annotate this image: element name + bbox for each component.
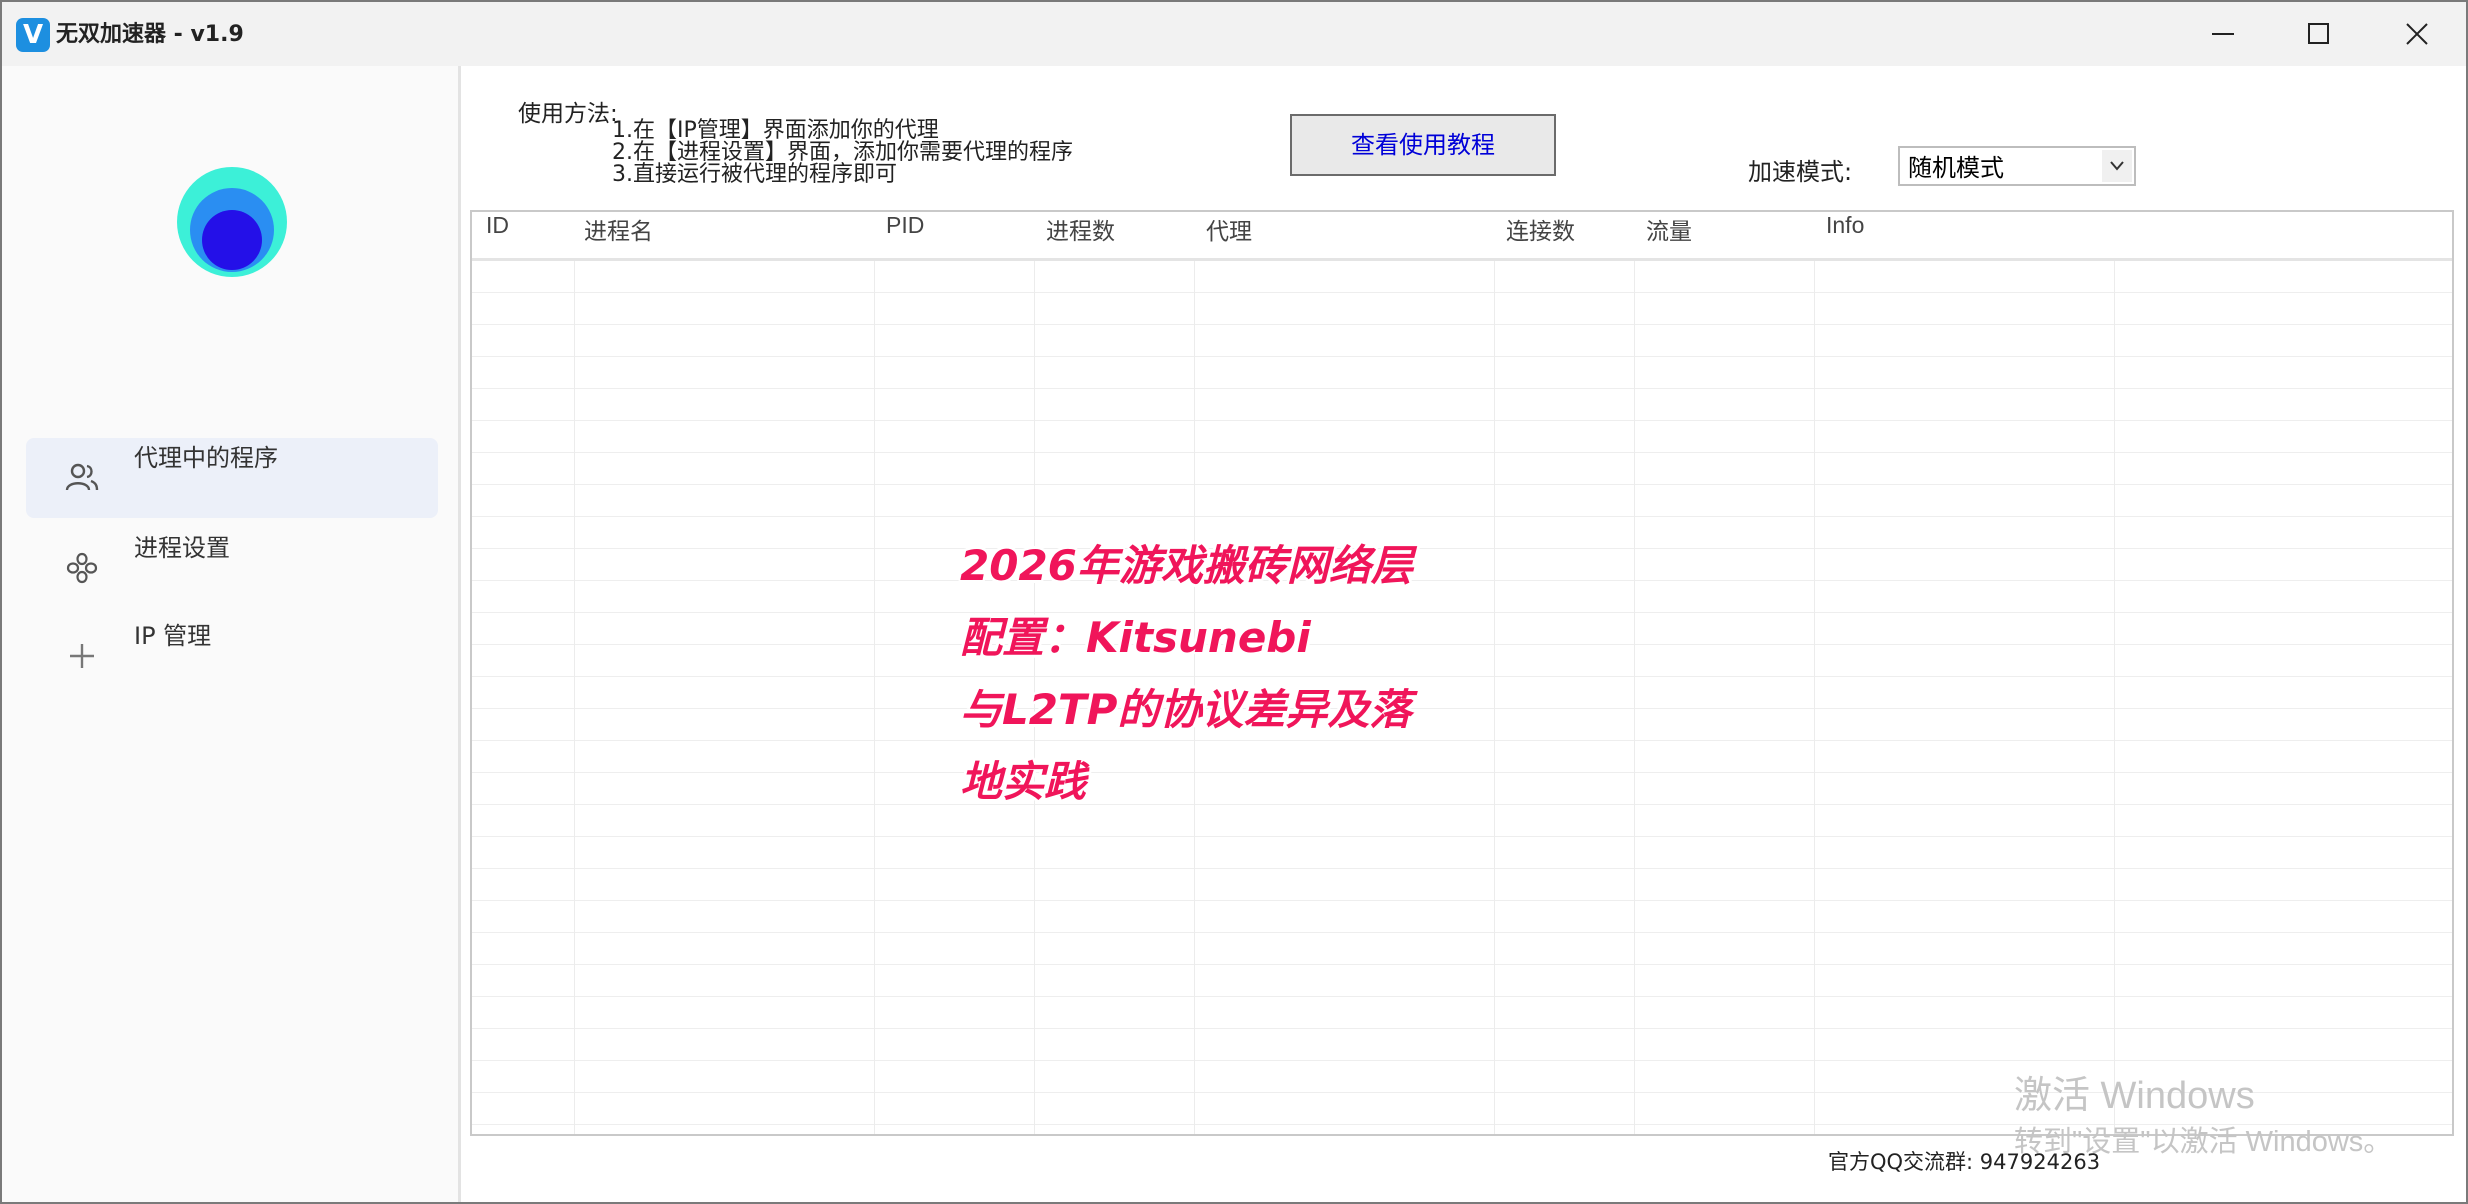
chevron-down-icon <box>2110 161 2124 171</box>
column-divider <box>574 261 575 1134</box>
plus-icon <box>70 644 94 668</box>
usage-steps: 1.在【IP管理】界面添加你的代理 2.在【进程设置】界面，添加你需要代理的程序… <box>612 120 1073 186</box>
sidebar: 代理中的程序 进程设置 IP 管理 <box>2 66 461 1202</box>
column-header-connections[interactable]: 连接数 <box>1506 212 1575 246</box>
column-header-proxy[interactable]: 代理 <box>1206 212 1252 246</box>
acceleration-mode-value: 随机模式 <box>1908 154 2004 182</box>
column-header-process-count[interactable]: 进程数 <box>1046 212 1115 246</box>
column-divider <box>2114 261 2115 1134</box>
sidebar-item-process-settings[interactable]: 进程设置 <box>26 528 438 608</box>
sidebar-item-label: 代理中的程序 <box>134 444 278 472</box>
maximize-button[interactable] <box>2274 10 2364 58</box>
overlay-line: 配置：Kitsunebi <box>960 613 1311 662</box>
minimize-button[interactable] <box>2178 10 2268 58</box>
overlay-watermark-text: 2026年游戏搬砖网络层 配置：Kitsunebi 与L2TP的协议差异及落 地… <box>960 532 1520 820</box>
column-header-id[interactable]: ID <box>486 212 509 239</box>
column-divider <box>1814 261 1815 1134</box>
column-header-pid[interactable]: PID <box>886 212 924 239</box>
column-divider <box>874 261 875 1134</box>
usage-step: 3.直接运行被代理的程序即可 <box>612 162 897 187</box>
minimize-icon <box>2212 33 2234 35</box>
usage-title: 使用方法: <box>518 101 618 127</box>
app-window: V 无双加速器 - v1.9 代理中的程序 进程设置 IP 管理 使用方法: 1… <box>0 0 2468 1204</box>
sidebar-item-label: IP 管理 <box>134 622 212 650</box>
sidebar-item-proxied-programs[interactable]: 代理中的程序 <box>26 438 438 518</box>
window-title: 无双加速器 - v1.9 <box>56 22 244 47</box>
column-divider <box>1634 261 1635 1134</box>
view-tutorial-button[interactable]: 查看使用教程 <box>1290 114 1556 176</box>
close-icon <box>2406 23 2428 45</box>
app-logo-icon: V <box>16 18 50 52</box>
overlay-line: 2026年游戏搬砖网络层 <box>960 541 1413 590</box>
process-settings-icon <box>66 552 98 584</box>
activate-windows-title: 激活 Windows <box>2014 1075 2255 1117</box>
maximize-icon <box>2308 23 2329 44</box>
usage-step: 1.在【IP管理】界面添加你的代理 <box>612 118 939 143</box>
users-icon <box>65 463 99 491</box>
qq-group-info: 官方QQ交流群: 947924263 <box>1828 1150 2101 1174</box>
overlay-line: 与L2TP的协议差异及落 <box>960 685 1412 734</box>
title-bar[interactable]: V 无双加速器 - v1.9 <box>2 2 2466 66</box>
sidebar-item-label: 进程设置 <box>134 534 230 562</box>
brand-logo-icon <box>177 167 287 277</box>
column-header-process-name[interactable]: 进程名 <box>584 212 653 246</box>
close-button[interactable] <box>2372 10 2462 58</box>
table-header: ID 进程名 PID 进程数 代理 连接数 流量 Info <box>472 212 2452 261</box>
column-header-traffic[interactable]: 流量 <box>1646 212 1692 246</box>
overlay-line: 地实践 <box>960 757 1087 806</box>
column-header-info[interactable]: Info <box>1826 212 1864 239</box>
sidebar-item-ip-management[interactable]: IP 管理 <box>26 616 438 696</box>
acceleration-mode-label: 加速模式: <box>1748 158 1853 186</box>
dropdown-arrow[interactable] <box>2102 150 2132 182</box>
usage-step: 2.在【进程设置】界面，添加你需要代理的程序 <box>612 140 1073 165</box>
acceleration-mode-select[interactable]: 随机模式 <box>1898 146 2136 186</box>
